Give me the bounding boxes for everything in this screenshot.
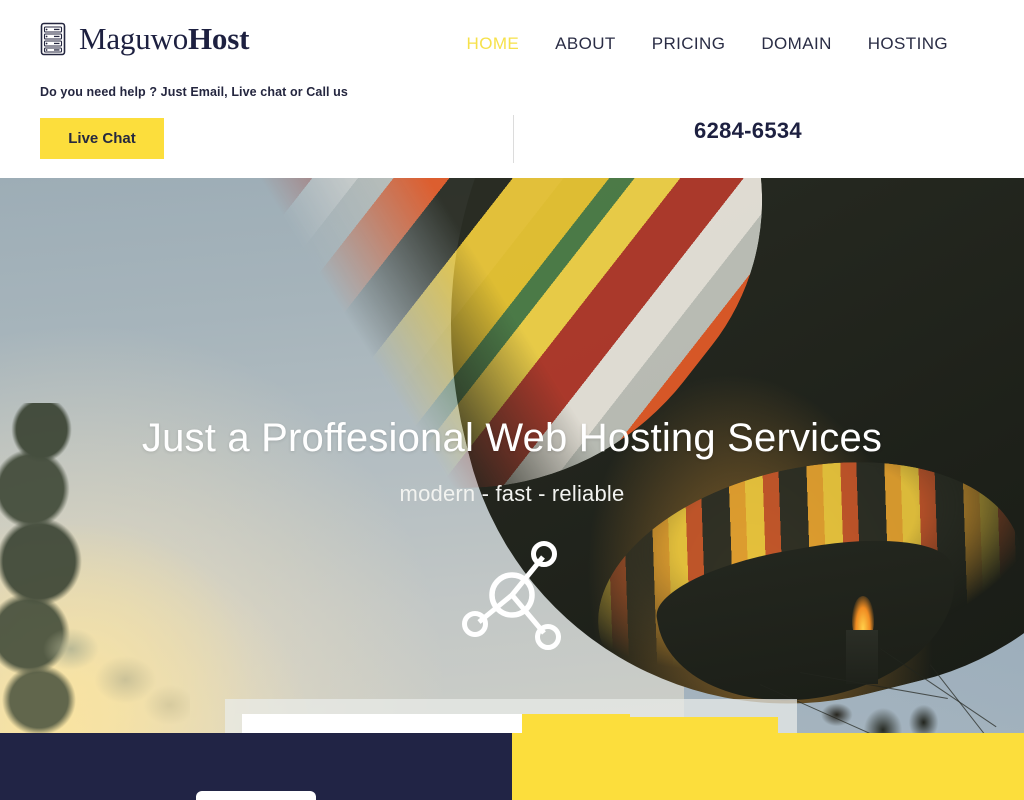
hero-subtitle: modern - fast - reliable bbox=[399, 481, 625, 506]
site-header: MaguwoHost HOME ABOUT PRICING DOMAIN HOS… bbox=[0, 0, 1024, 178]
bottom-panel-navy bbox=[0, 733, 512, 800]
domain-search-input[interactable] bbox=[242, 714, 522, 733]
tld-select[interactable]: .com bbox=[522, 714, 630, 733]
phone-number: 6284-6534 bbox=[694, 118, 802, 143]
brand-name-light: Maguwo bbox=[79, 21, 189, 56]
page-root: MaguwoHost HOME ABOUT PRICING DOMAIN HOS… bbox=[0, 0, 1024, 800]
hero-title: Just a Proffesional Web Hosting Services bbox=[141, 416, 883, 460]
hero-content: Just a Proffesional Web Hosting Services… bbox=[0, 178, 1024, 733]
nav-item-about[interactable]: ABOUT bbox=[537, 34, 634, 54]
bottom-panel-yellow bbox=[512, 733, 1024, 800]
nav-item-domain[interactable]: DOMAIN bbox=[743, 34, 849, 54]
main-navigation: HOME ABOUT PRICING DOMAIN HOSTING bbox=[449, 34, 966, 54]
check-availability-button[interactable]: Check Availability bbox=[630, 717, 778, 733]
brand-name-bold: Host bbox=[188, 21, 250, 56]
help-text: Do you need help ? Just Email, Live chat… bbox=[40, 85, 348, 99]
feature-card-top[interactable] bbox=[196, 791, 316, 800]
domain-search-form: .com Check Availability bbox=[242, 714, 778, 733]
network-node-icon bbox=[462, 541, 561, 650]
brand-logo[interactable]: MaguwoHost bbox=[40, 22, 249, 56]
server-rack-icon bbox=[40, 22, 66, 56]
nav-item-hosting[interactable]: HOSTING bbox=[850, 34, 966, 54]
brand-name: MaguwoHost bbox=[79, 22, 249, 56]
nav-item-pricing[interactable]: PRICING bbox=[634, 34, 744, 54]
bottom-section bbox=[0, 733, 1024, 800]
live-chat-button[interactable]: Live Chat bbox=[40, 118, 164, 159]
hero-section: Just a Proffesional Web Hosting Services… bbox=[0, 178, 1024, 733]
nav-item-home[interactable]: HOME bbox=[449, 34, 538, 54]
